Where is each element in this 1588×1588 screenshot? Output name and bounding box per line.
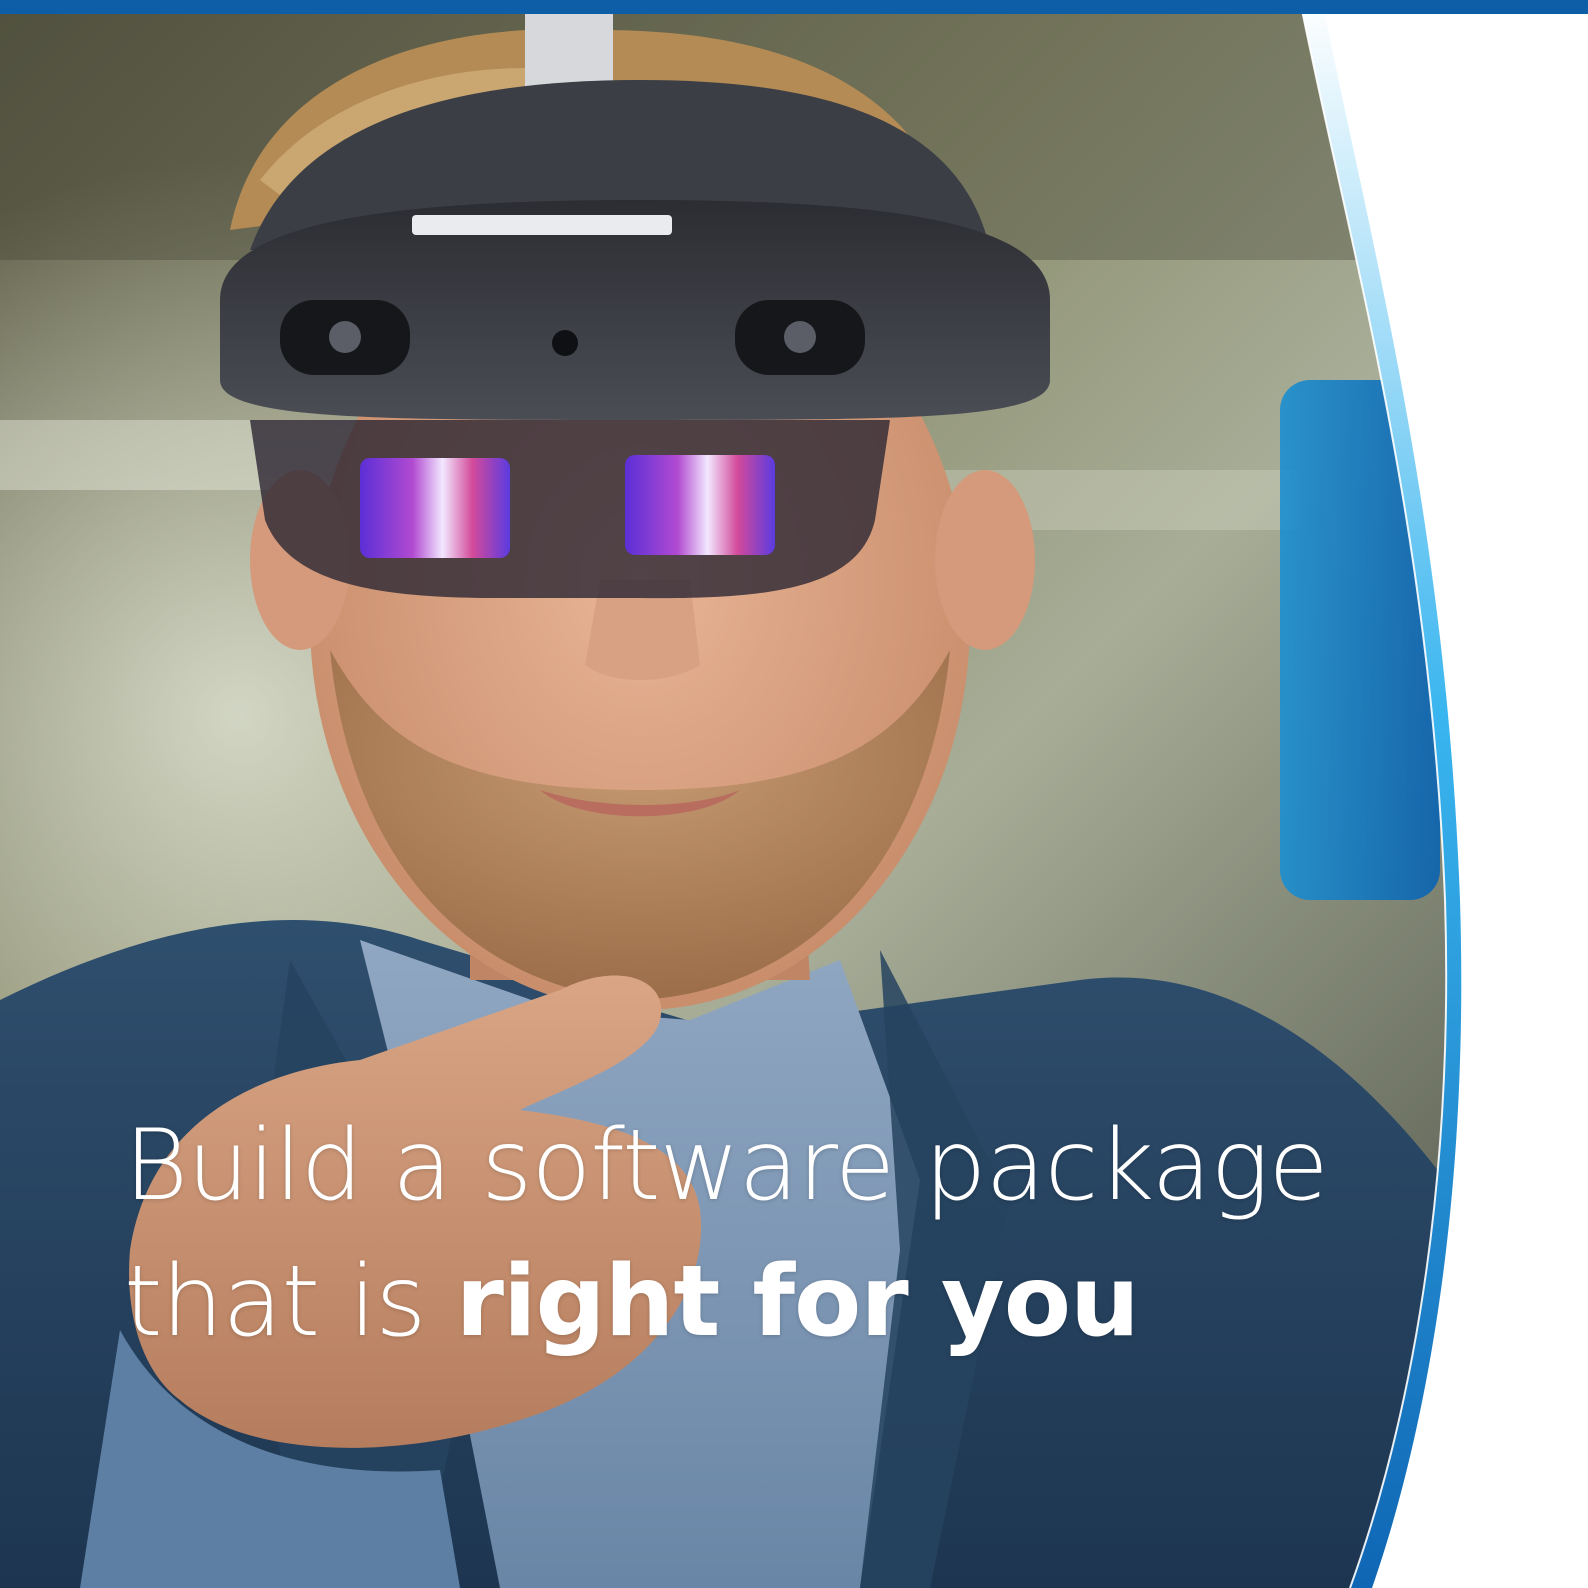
- brochure-page: Build a software package that is right f…: [0, 0, 1588, 1588]
- headline: Build a software package that is right f…: [124, 1098, 1374, 1370]
- headline-line-2-emphasis: right for you: [455, 1245, 1140, 1359]
- headline-line-1: Build a software package: [124, 1109, 1329, 1223]
- headline-line-2: that is right for you: [124, 1234, 1374, 1370]
- top-brand-bar: [0, 0, 1588, 14]
- headline-line-2-prefix: that is: [124, 1245, 456, 1359]
